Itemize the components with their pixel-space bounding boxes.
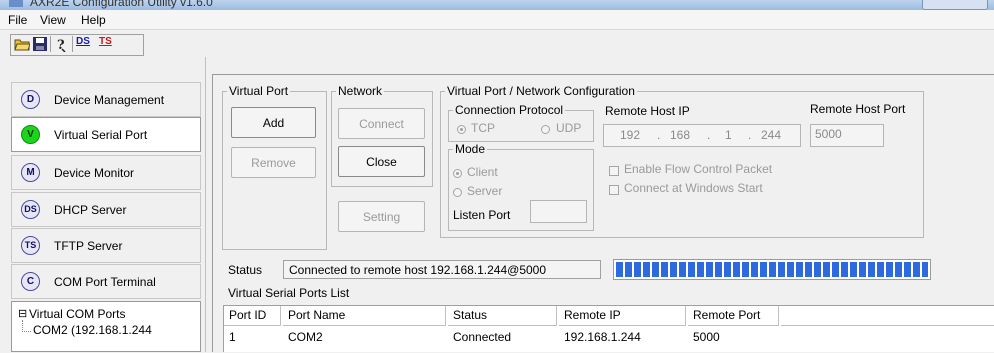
tree-connector xyxy=(22,331,31,332)
flow-control-checkbox[interactable] xyxy=(609,166,619,176)
ip-octet-2: 168 xyxy=(670,128,691,142)
tree-collapse-icon[interactable]: ⊟ xyxy=(18,307,27,320)
listen-port-input[interactable] xyxy=(530,200,587,223)
client-label: Client xyxy=(467,165,498,179)
nav-label: TFTP Server xyxy=(54,239,123,253)
ip-dot: . xyxy=(748,128,752,142)
device-monitor-icon: M xyxy=(21,163,40,182)
help-icon[interactable]: ? xyxy=(54,36,70,52)
connect-at-start-checkbox[interactable] xyxy=(609,185,619,195)
remote-host-ip-label: Remote Host IP xyxy=(605,104,690,118)
tftp-server-icon: TS xyxy=(21,236,40,255)
menu-file[interactable]: File xyxy=(8,13,27,27)
window-title: AXR2E Configuration Utility v1.6.0 xyxy=(30,0,213,9)
nav-dhcp-server[interactable]: DS DHCP Server xyxy=(11,192,201,227)
tcp-radio[interactable] xyxy=(457,125,466,134)
group-title: Mode xyxy=(455,142,486,156)
status-label: Status xyxy=(228,263,263,277)
com-port-terminal-icon: C xyxy=(21,272,40,291)
ip-octet-1: 192 xyxy=(620,128,641,142)
remote-host-port-label: Remote Host Port xyxy=(810,102,906,116)
toolbar: ? DS TS xyxy=(0,31,994,57)
connection-progress-bar xyxy=(613,259,931,280)
nav-virtual-serial-port[interactable]: V Virtual Serial Port xyxy=(11,117,201,152)
virtual-serial-port-icon: V xyxy=(21,125,40,144)
save-disk-icon[interactable] xyxy=(32,36,48,52)
cell-remote-ip: 192.168.1.244 xyxy=(564,330,641,344)
virtual-com-ports-tree[interactable]: ⊟ Virtual COM Ports COM2 (192.168.1.244 xyxy=(11,301,201,352)
device-management-icon: D xyxy=(21,90,40,109)
nav-device-management[interactable]: D Device Management xyxy=(11,82,201,117)
tree-root-label[interactable]: Virtual COM Ports xyxy=(29,307,125,321)
panel-splitter[interactable] xyxy=(205,57,211,352)
add-button[interactable]: Add xyxy=(231,107,316,138)
client-radio[interactable] xyxy=(453,169,462,178)
nav-label: Device Management xyxy=(54,93,165,107)
tree-item-com2[interactable]: COM2 (192.168.1.244 xyxy=(33,323,152,337)
table-row[interactable]: 1 COM2 Connected 192.168.1.244 5000 xyxy=(224,306,994,353)
cell-port-name: COM2 xyxy=(288,330,323,344)
progress-fill xyxy=(616,262,928,277)
udp-radio[interactable] xyxy=(541,125,550,134)
connect-at-start-label: Connect at Windows Start xyxy=(624,181,763,195)
window-title-bar: AXR2E Configuration Utility v1.6.0 xyxy=(0,0,994,10)
remove-button[interactable]: Remove xyxy=(231,147,316,178)
open-folder-icon[interactable] xyxy=(14,36,30,52)
nav-device-monitor[interactable]: M Device Monitor xyxy=(11,155,201,190)
nav-label: Device Monitor xyxy=(54,166,135,180)
tcp-label: TCP xyxy=(471,121,495,135)
menu-view[interactable]: View xyxy=(40,13,66,27)
ds-icon[interactable]: DS xyxy=(76,36,96,52)
toolbar-separator xyxy=(72,36,73,52)
dhcp-server-icon: DS xyxy=(21,200,40,219)
menu-help[interactable]: Help xyxy=(81,13,106,27)
nav-label: Virtual Serial Port xyxy=(54,128,148,142)
setting-button[interactable]: Setting xyxy=(338,201,425,232)
ports-list-title: Virtual Serial Ports List xyxy=(228,286,350,300)
close-button[interactable]: Close xyxy=(338,146,425,177)
app-icon xyxy=(9,0,23,7)
window-controls[interactable] xyxy=(922,0,988,10)
menu-bar: File View Help xyxy=(0,10,994,30)
listen-port-label: Listen Port xyxy=(453,208,511,222)
nav-com-port-terminal[interactable]: C COM Port Terminal xyxy=(11,264,201,299)
group-title: Network xyxy=(338,84,383,98)
nav-label: COM Port Terminal xyxy=(54,275,156,289)
ip-octet-4: 244 xyxy=(761,128,782,142)
toolbar-frame: ? DS TS xyxy=(10,34,144,56)
group-title: Connection Protocol xyxy=(455,103,564,117)
toolbar-separator xyxy=(50,36,51,52)
ip-dot: . xyxy=(707,128,711,142)
ip-dot: . xyxy=(657,128,661,142)
virtual-serial-ports-table[interactable]: Port ID Port Name Status Remote IP Remot… xyxy=(223,305,994,352)
flow-control-label: Enable Flow Control Packet xyxy=(624,162,773,176)
nav-tftp-server[interactable]: TS TFTP Server xyxy=(11,228,201,263)
status-text: Connected to remote host 192.168.1.244@5… xyxy=(283,260,601,279)
udp-label: UDP xyxy=(556,121,582,135)
group-title: Virtual Port / Network Configuration xyxy=(447,84,635,98)
ip-octet-3: 1 xyxy=(725,128,732,142)
server-radio[interactable] xyxy=(453,188,462,197)
cell-status: Connected xyxy=(453,330,512,344)
remote-host-ip-input[interactable]: 192 . 168 . 1 . 244 xyxy=(603,124,801,147)
cell-remote-port: 5000 xyxy=(693,330,720,344)
server-label: Server xyxy=(467,184,503,198)
cell-port-id: 1 xyxy=(229,330,236,344)
remote-host-port-input[interactable]: 5000 xyxy=(810,124,884,147)
ts-icon[interactable]: TS xyxy=(99,36,119,52)
connect-button[interactable]: Connect xyxy=(338,108,425,139)
nav-label: DHCP Server xyxy=(54,203,127,217)
group-title: Virtual Port xyxy=(229,84,289,98)
